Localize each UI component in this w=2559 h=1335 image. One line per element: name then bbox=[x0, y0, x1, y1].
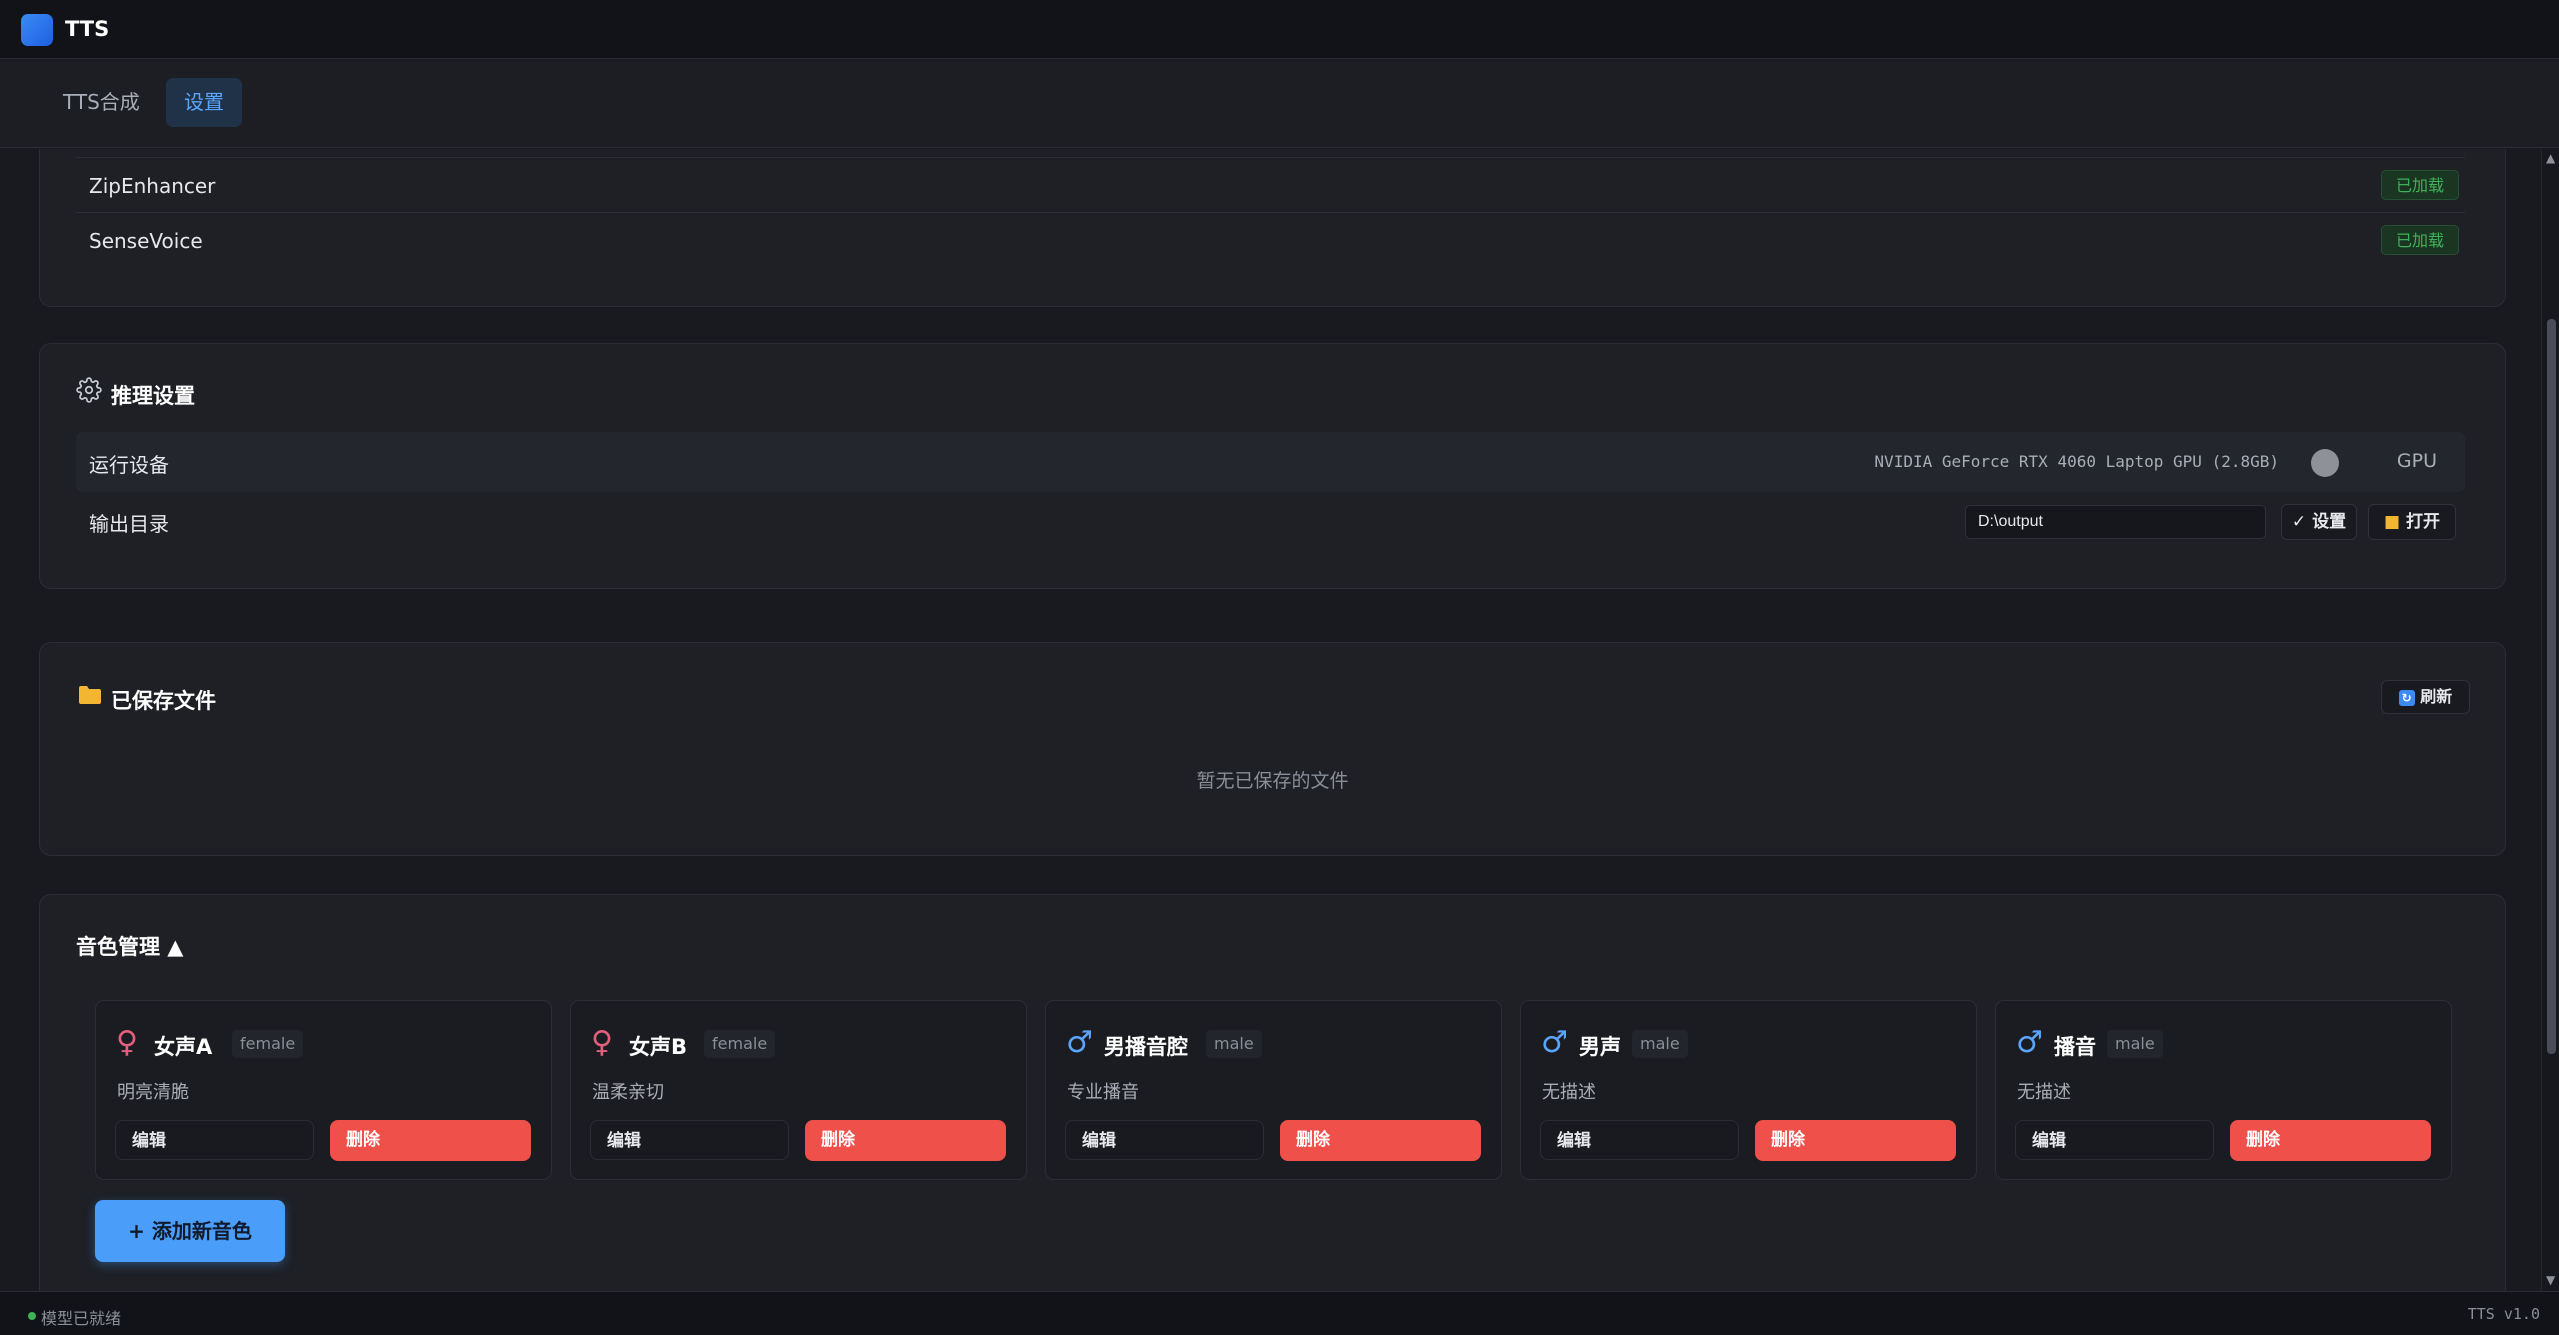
delete-voice-button[interactable]: 删除 bbox=[330, 1120, 531, 1161]
voice-card: ♀ 女声B female 温柔亲切 编辑 删除 bbox=[570, 1000, 1027, 1180]
model-status-badge: 已加载 bbox=[2381, 225, 2459, 255]
scroll-up-icon[interactable]: ▲ bbox=[2546, 151, 2555, 165]
voice-name: 女声A bbox=[154, 1035, 213, 1059]
voice-description: 明亮清脆 bbox=[117, 1082, 189, 1103]
models-card: ZipEnhancer 已加载 SenseVoice 已加载 bbox=[39, 149, 2506, 307]
edit-voice-button[interactable]: 编辑 bbox=[590, 1120, 789, 1160]
gear-icon bbox=[76, 377, 102, 407]
voice-management-card: 音色管理 ▲ ♀ 女声A female 明亮清脆 编辑 删除 ♀ 女声B fem… bbox=[39, 894, 2506, 1291]
gender-tag: male bbox=[2107, 1030, 2163, 1058]
model-name: ZipEnhancer bbox=[89, 174, 216, 198]
gender-tag: female bbox=[232, 1030, 304, 1058]
status-bar: 模型已就绪 TTS v1.0 bbox=[0, 1291, 2559, 1335]
settings-content: ZipEnhancer 已加载 SenseVoice 已加载 推理设置 运行设备… bbox=[0, 149, 2540, 1291]
gpu-toggle[interactable] bbox=[2311, 449, 2339, 477]
folder-icon: ■ bbox=[2384, 512, 2401, 532]
app-title: TTS bbox=[65, 17, 110, 41]
status-text: 模型已就绪 bbox=[41, 1309, 122, 1328]
model-status-badge: 已加载 bbox=[2381, 170, 2459, 200]
scrollbar[interactable]: ▲ ▼ bbox=[2541, 149, 2559, 1291]
voice-card: ♂ 男播音腔 male 专业播音 编辑 删除 bbox=[1045, 1000, 1502, 1180]
gender-tag: male bbox=[1632, 1030, 1688, 1058]
title-bar: TTS bbox=[0, 0, 2559, 59]
female-symbol-icon: ♀ bbox=[116, 1025, 138, 1060]
app-logo-icon bbox=[21, 14, 53, 46]
scroll-down-icon[interactable]: ▼ bbox=[2546, 1273, 2555, 1287]
voice-description: 无描述 bbox=[1542, 1082, 1596, 1103]
edit-voice-button[interactable]: 编辑 bbox=[2015, 1120, 2214, 1160]
model-name: SenseVoice bbox=[89, 229, 203, 253]
inference-settings-title: 推理设置 bbox=[111, 384, 195, 408]
voice-name: 播音 bbox=[2054, 1035, 2096, 1059]
delete-voice-button[interactable]: 删除 bbox=[2230, 1120, 2431, 1161]
divider bbox=[76, 157, 2465, 158]
edit-voice-button[interactable]: 编辑 bbox=[1065, 1120, 1264, 1160]
output-dir-input[interactable] bbox=[1965, 505, 2266, 539]
device-label: 运行设备 bbox=[89, 453, 169, 477]
delete-voice-button[interactable]: 删除 bbox=[805, 1120, 1006, 1161]
voice-card: ♂ 男声 male 无描述 编辑 删除 bbox=[1520, 1000, 1977, 1180]
inference-settings-card: 推理设置 运行设备 NVIDIA GeForce RTX 4060 Laptop… bbox=[39, 343, 2506, 589]
male-symbol-icon: ♂ bbox=[2016, 1025, 2043, 1060]
voice-management-toggle[interactable]: 音色管理 ▲ bbox=[76, 931, 183, 961]
gender-tag: female bbox=[704, 1030, 776, 1058]
gender-tag: male bbox=[1206, 1030, 1262, 1058]
tab-tts-synthesis[interactable]: TTS合成 bbox=[45, 78, 158, 127]
refresh-button[interactable]: ↻ 刷新 bbox=[2381, 680, 2470, 714]
voice-name: 男声 bbox=[1579, 1035, 1621, 1059]
delete-voice-button[interactable]: 删除 bbox=[1755, 1120, 1956, 1161]
set-output-dir-button[interactable]: ✓ 设置 bbox=[2281, 504, 2357, 540]
scrollbar-thumb[interactable] bbox=[2547, 319, 2556, 1054]
add-voice-button[interactable]: + 添加新音色 bbox=[95, 1200, 285, 1262]
male-symbol-icon: ♂ bbox=[1541, 1025, 1568, 1060]
refresh-icon: ↻ bbox=[2398, 689, 2415, 706]
empty-files-text: 暂无已保存的文件 bbox=[1196, 770, 1349, 792]
male-symbol-icon: ♂ bbox=[1066, 1025, 1093, 1060]
tab-bar: TTS合成 设置 bbox=[0, 60, 2559, 148]
status-indicator-icon bbox=[28, 1312, 36, 1320]
output-dir-label: 输出目录 bbox=[89, 512, 169, 536]
divider bbox=[76, 212, 2465, 213]
device-mode-label: GPU bbox=[2396, 450, 2437, 472]
device-name: NVIDIA GeForce RTX 4060 Laptop GPU (2.8G… bbox=[1874, 452, 2279, 471]
delete-voice-button[interactable]: 删除 bbox=[1280, 1120, 1481, 1161]
voice-description: 温柔亲切 bbox=[592, 1082, 664, 1103]
edit-voice-button[interactable]: 编辑 bbox=[115, 1120, 314, 1160]
voice-card: ♀ 女声A female 明亮清脆 编辑 删除 bbox=[95, 1000, 552, 1180]
voice-card: ♂ 播音 male 无描述 编辑 删除 bbox=[1995, 1000, 2452, 1180]
open-button-label: 打开 bbox=[2405, 512, 2440, 532]
voice-name: 女声B bbox=[629, 1035, 688, 1059]
version-label: TTS v1.0 bbox=[2467, 1305, 2540, 1323]
voice-description: 专业播音 bbox=[1067, 1082, 1139, 1103]
saved-files-card: 已保存文件 ↻ 刷新 暂无已保存的文件 bbox=[39, 642, 2506, 856]
saved-files-title: 已保存文件 bbox=[111, 689, 216, 713]
voice-description: 无描述 bbox=[2017, 1082, 2071, 1103]
tab-settings[interactable]: 设置 bbox=[166, 78, 242, 127]
refresh-button-label: 刷新 bbox=[2420, 687, 2453, 706]
folder-icon bbox=[78, 685, 102, 709]
female-symbol-icon: ♀ bbox=[591, 1025, 613, 1060]
open-output-dir-button[interactable]: ■ 打开 bbox=[2368, 504, 2456, 540]
voice-name: 男播音腔 bbox=[1104, 1035, 1188, 1059]
device-row: 运行设备 NVIDIA GeForce RTX 4060 Laptop GPU … bbox=[76, 432, 2465, 492]
edit-voice-button[interactable]: 编辑 bbox=[1540, 1120, 1739, 1160]
